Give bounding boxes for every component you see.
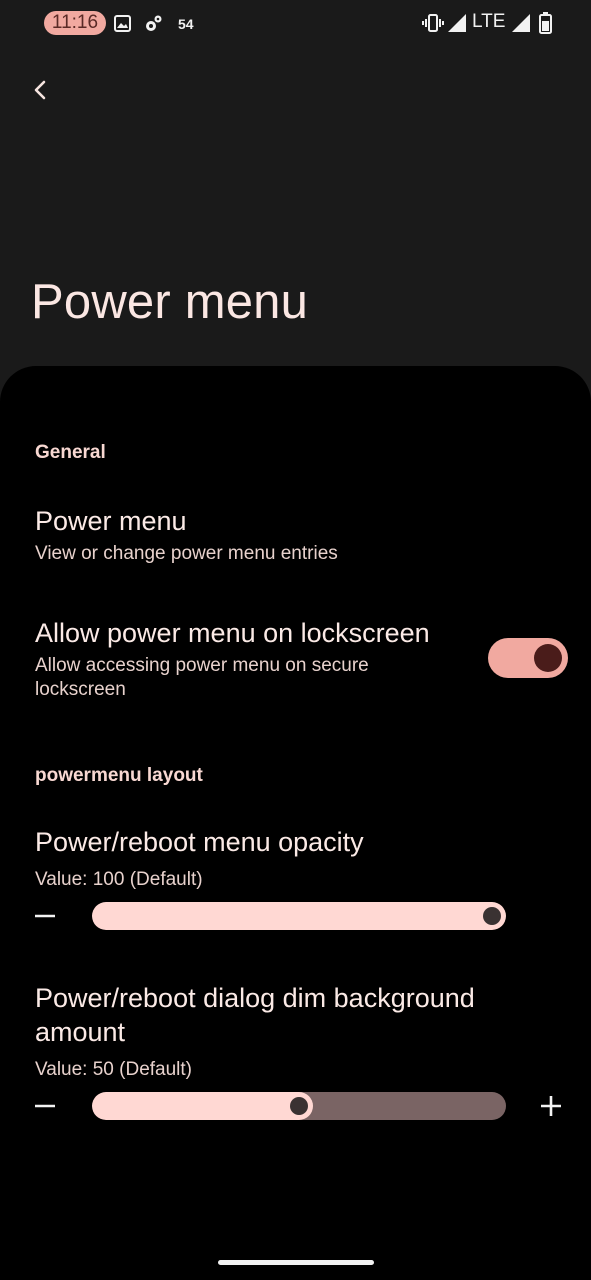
pref-title-dim: Power/reboot dialog dim background (35, 983, 475, 1013)
gesture-nav-handle[interactable] (218, 1260, 374, 1265)
dim-decrease-button[interactable] (33, 1094, 57, 1118)
page-title: Power menu (31, 275, 309, 329)
opacity-value-text: Value: 100 (Default) (35, 869, 203, 890)
section-header-layout: powermenu layout (35, 765, 203, 786)
opacity-decrease-button[interactable] (33, 904, 57, 928)
image-icon (114, 15, 131, 32)
slider-fill (92, 1092, 313, 1120)
status-bar: 11:16 54 LTE (0, 0, 591, 46)
status-time: 11:16 (44, 11, 106, 35)
minus-icon (35, 1104, 55, 1108)
slider-thumb[interactable] (483, 907, 501, 925)
section-header-general: General (35, 442, 106, 463)
pref-summary: View or change power menu entries (35, 543, 338, 564)
opacity-slider[interactable] (92, 902, 506, 930)
dim-slider[interactable] (92, 1092, 506, 1120)
back-button[interactable] (22, 72, 58, 108)
chevron-left-icon (34, 80, 46, 100)
pref-title: Allow power menu on lockscreen (35, 618, 430, 648)
signal-icon (512, 14, 530, 32)
signal-icon (448, 14, 466, 32)
lockscreen-toggle[interactable] (488, 638, 568, 678)
vibrate-icon (422, 14, 444, 32)
battery-icon (539, 12, 552, 34)
pref-title: Power menu (35, 506, 187, 536)
settings-gear-icon (146, 15, 162, 31)
pref-title-opacity: Power/reboot menu opacity (35, 827, 364, 857)
pref-summary: Allow accessing power menu on secure (35, 655, 369, 676)
dim-value-text: Value: 50 (Default) (35, 1059, 193, 1080)
pref-power-menu[interactable]: Power menu View or change power menu ent… (0, 490, 591, 582)
pref-title-dim-continued: amount (35, 1017, 126, 1047)
minus-icon (35, 914, 55, 918)
notification-count: 54 (178, 16, 194, 32)
slider-thumb[interactable] (290, 1097, 308, 1115)
plus-icon (541, 1096, 561, 1116)
dim-increase-button[interactable] (539, 1094, 563, 1118)
pref-summary-continued: lockscreen (35, 679, 126, 700)
slider-fill (92, 902, 506, 930)
network-type: LTE (472, 11, 506, 32)
toggle-thumb (534, 644, 562, 672)
